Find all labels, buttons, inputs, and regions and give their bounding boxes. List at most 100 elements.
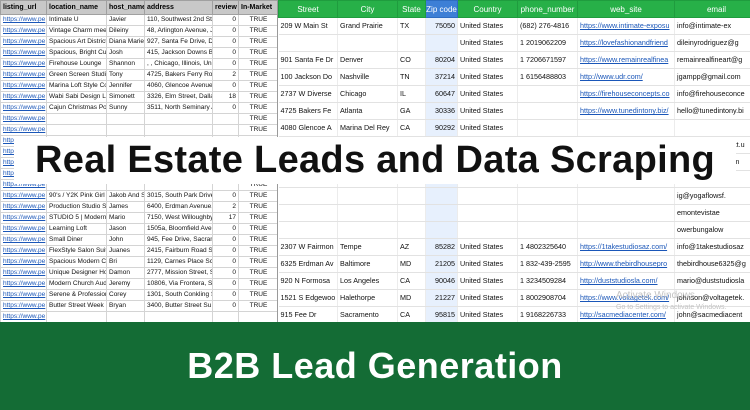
listing-url-cell[interactable]: https://www.pe xyxy=(0,80,47,92)
right-table-cell: 1 4802325640 xyxy=(517,238,578,256)
right-column-header[interactable]: State xyxy=(397,0,426,18)
website-link-cell[interactable] xyxy=(577,187,675,205)
listing-url-cell[interactable]: https://www.pe xyxy=(0,58,47,70)
website-link-cell[interactable]: https://firehouseconcepts.co xyxy=(577,85,675,103)
listing-url-cell[interactable]: https://www.pe xyxy=(0,190,47,202)
left-column-header[interactable]: address xyxy=(144,0,213,15)
left-table-cell: 0 xyxy=(212,36,239,48)
right-column-header[interactable]: Country xyxy=(457,0,518,18)
listing-url-cell[interactable]: https://www.pe xyxy=(0,289,47,301)
listing-url-cell[interactable]: https://www.pe xyxy=(0,14,47,26)
listing-url-cell[interactable]: https://www.pe xyxy=(0,234,47,246)
left-column-header[interactable]: In-Market xyxy=(238,0,277,15)
right-table-cell: Tempe xyxy=(337,238,398,256)
listing-url-cell[interactable]: https://www.pe xyxy=(0,212,47,224)
left-table-row: https://www.pe FlexStyle Salon Suit Juanes… xyxy=(0,245,277,257)
left-table-row: https://www.pe Butter Street Week Bryan 340… xyxy=(0,300,277,312)
listing-url-cell[interactable]: https://www.pe xyxy=(0,201,47,213)
left-table-cell: 3400, Butter Street Su xyxy=(144,300,213,312)
left-table-cell: 0 xyxy=(212,300,239,312)
left-table-cell: TRUE xyxy=(238,80,277,92)
left-table-cell: Corey xyxy=(106,289,145,301)
right-table-cell: 21227 xyxy=(425,289,458,307)
right-column-header[interactable]: phone_number xyxy=(517,0,578,18)
left-table-cell xyxy=(106,311,145,322)
left-table-cell: 10806, Via Frontera, Sa xyxy=(144,278,213,290)
right-table-cell: 80204 xyxy=(425,51,458,69)
right-table-cell: Nashville xyxy=(337,68,398,86)
right-table-cell: 100 Jackson Do xyxy=(278,68,338,86)
website-link-cell[interactable]: https://lovefashionandfriend xyxy=(577,34,675,52)
listing-url-cell[interactable]: https://www.pe xyxy=(0,25,47,37)
listing-url-cell[interactable]: https://www.pe xyxy=(0,278,47,290)
right-table-cell: (682) 276-4816 xyxy=(517,17,578,35)
right-table-cell: 1 3234509284 xyxy=(517,272,578,290)
left-table-cell: Diana Marie xyxy=(106,36,145,48)
listing-url-cell[interactable]: https://www.pe xyxy=(0,223,47,235)
website-link-cell[interactable]: http://duststudiosla.com/ xyxy=(577,272,675,290)
left-table-cell: TRUE xyxy=(238,212,277,224)
left-table-cell: TRUE xyxy=(238,256,277,268)
listing-url-cell[interactable]: https://www.pe xyxy=(0,256,47,268)
right-column-header[interactable]: email xyxy=(674,0,750,18)
right-table-cell: GA xyxy=(397,102,426,120)
right-table-cell: 915 Fee Dr xyxy=(278,306,338,322)
listing-url-cell[interactable]: https://www.pe xyxy=(0,267,47,279)
website-link-cell[interactable]: https://1takestudiosaz.com/ xyxy=(577,238,675,256)
website-link-cell[interactable] xyxy=(577,119,675,137)
left-column-header[interactable]: review xyxy=(212,0,239,15)
website-link-cell[interactable]: https://www.intimate-exposu xyxy=(577,17,675,35)
right-table-cell: United States xyxy=(457,85,518,103)
left-table-row: https://www.pe Firehouse Lounge Shannon, ,… xyxy=(0,58,277,70)
listing-url-cell[interactable]: https://www.pe xyxy=(0,69,47,81)
right-table-row: 901 Santa Fe Dr Denver CO 80204 United State… xyxy=(278,51,750,69)
left-table-row: https://www.pe TRUE xyxy=(0,124,277,136)
website-link-cell[interactable] xyxy=(577,204,675,222)
website-link-cell[interactable]: http://www.thebirdhousepro xyxy=(577,255,675,273)
right-column-header[interactable]: Street xyxy=(278,0,338,18)
website-link-cell[interactable]: https://www.remainrealfinea xyxy=(577,51,675,69)
left-table-cell: Green Screen Studio xyxy=(46,69,107,81)
right-table-cell: 1 8002908704 xyxy=(517,289,578,307)
right-column-header[interactable]: Zip code xyxy=(425,0,458,18)
right-table-cell: CA xyxy=(397,306,426,322)
listing-url-cell[interactable]: https://www.pe xyxy=(0,47,47,59)
left-table-cell: TRUE xyxy=(238,58,277,70)
listing-url-cell[interactable]: https://www.pe xyxy=(0,300,47,312)
left-table-cell xyxy=(238,311,277,322)
listing-url-cell[interactable]: https://www.pe xyxy=(0,91,47,103)
right-header-row: Street City State Zip code Country phone_numb… xyxy=(278,0,750,18)
listing-url-cell[interactable]: https://www.pe xyxy=(0,245,47,257)
left-table-cell: Learning Loft xyxy=(46,223,107,235)
left-column-header[interactable]: host_name xyxy=(106,0,145,15)
right-column-header[interactable]: City xyxy=(337,0,398,18)
listing-url-cell[interactable]: https://www.pe xyxy=(0,124,47,136)
website-link-cell[interactable] xyxy=(577,221,675,239)
right-column-header[interactable]: web_site xyxy=(577,0,675,18)
listing-url-cell[interactable]: https://www.pe xyxy=(0,102,47,114)
left-table-cell: 0 xyxy=(212,190,239,202)
website-link-cell[interactable]: http://www.udr.com/ xyxy=(577,68,675,86)
left-table-cell: 0 xyxy=(212,25,239,37)
left-table-cell: Vintage Charm meet xyxy=(46,25,107,37)
left-table-cell: 0 xyxy=(212,102,239,114)
left-table-cell: 18 xyxy=(212,91,239,103)
left-table-cell: TRUE xyxy=(238,36,277,48)
left-column-header[interactable]: location_name xyxy=(46,0,107,15)
listing-url-cell[interactable]: https://www.pe xyxy=(0,311,47,322)
left-table-cell: 1301, South Conkling S xyxy=(144,289,213,301)
left-table-cell xyxy=(106,113,145,125)
right-table-cell: 2737 W Diverse xyxy=(278,85,338,103)
right-table-cell: TN xyxy=(397,68,426,86)
left-table-cell: Shannon xyxy=(106,58,145,70)
left-table-row: https://www.pe Spacious Art District Diana… xyxy=(0,36,277,48)
left-column-header[interactable]: listing_url xyxy=(0,0,47,15)
listing-url-cell[interactable]: https://www.pe xyxy=(0,113,47,125)
right-table-cell: 209 W Main St xyxy=(278,17,338,35)
right-table-cell: info@intimate-ex xyxy=(674,17,750,35)
left-table-row: https://www.pe Learning Loft Jason 1505a, B… xyxy=(0,223,277,235)
left-table-cell: 0 xyxy=(212,278,239,290)
left-table-cell: TRUE xyxy=(238,289,277,301)
listing-url-cell[interactable]: https://www.pe xyxy=(0,36,47,48)
website-link-cell[interactable]: https://www.tunedintony.biz/ xyxy=(577,102,675,120)
